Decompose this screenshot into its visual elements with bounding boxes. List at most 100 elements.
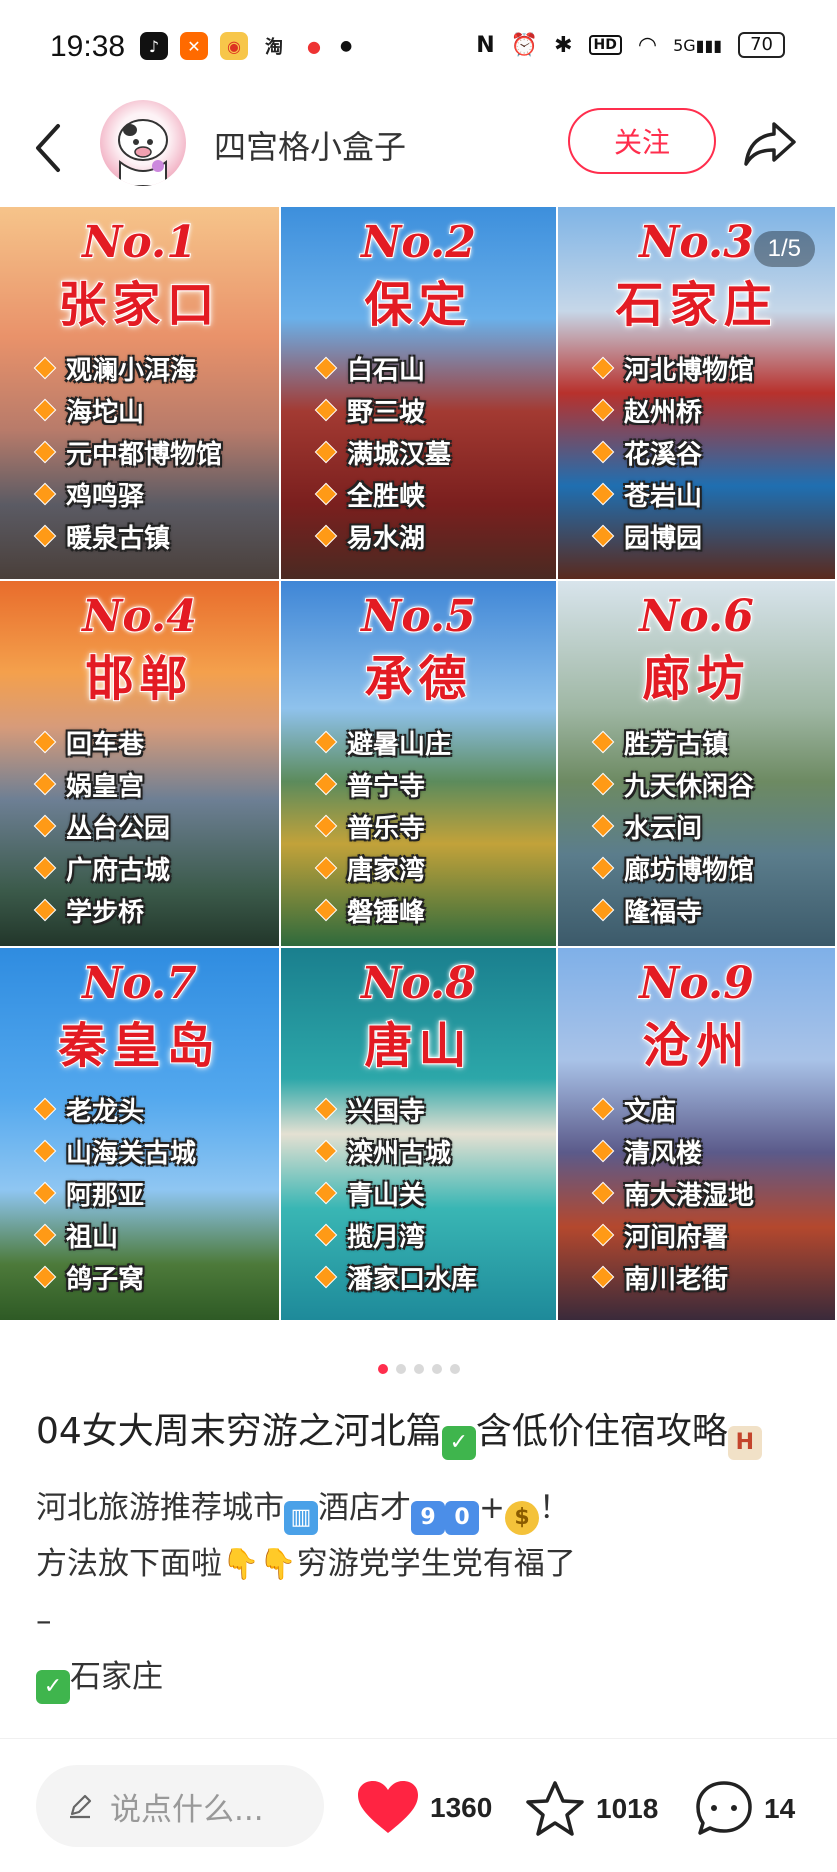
spot-label: 学步桥: [66, 897, 145, 928]
spot-label: 南川老街: [624, 1264, 729, 1295]
carousel-dot[interactable]: [431, 1364, 442, 1374]
spot-item: 全胜峡: [316, 473, 451, 515]
body-line-1: 河北旅游推荐城市 ▥ 酒店才 9 0 + $！: [36, 1480, 806, 1536]
keycap-9-icon: 9: [411, 1501, 445, 1535]
spot-item: 鸽子窝: [35, 1256, 196, 1298]
city-card: No.1 张家口 观澜小洱海 海坨山 元中都博物馆 鸡鸣驿 暖泉古镇: [0, 207, 281, 581]
hotel-emoji-icon: H: [727, 1426, 762, 1460]
spot-item: 满城汉墓: [316, 431, 452, 473]
city-name: 张家口: [57, 276, 221, 334]
wifi-icon: ◠: [637, 32, 658, 58]
spot-item: 园博园: [593, 515, 754, 557]
follow-button[interactable]: 关注: [568, 108, 716, 174]
diamond-bullet-icon: [316, 400, 336, 420]
spot-item: 海坨山: [35, 389, 222, 431]
city-rank: No.8: [360, 957, 477, 1010]
spot-label: 苍岩山: [624, 481, 703, 512]
diamond-bullet-icon: [316, 484, 336, 504]
back-button[interactable]: [28, 118, 78, 178]
share-button[interactable]: [740, 116, 800, 172]
comment-button[interactable]: 14: [694, 1779, 795, 1839]
diamond-bullet-icon: [593, 900, 613, 920]
spot-item: 文庙: [593, 1088, 754, 1130]
spot-label: 祖山: [66, 1222, 119, 1253]
author-avatar[interactable]: [100, 100, 186, 186]
spot-item: 滦州古城: [316, 1130, 477, 1172]
carousel-dot[interactable]: [413, 1364, 424, 1374]
battery-indicator: 70: [738, 32, 785, 58]
diamond-bullet-icon: [593, 774, 613, 794]
comment-count: 14: [764, 1793, 796, 1824]
alarm-icon: ⏰: [510, 32, 539, 58]
like-count: 1360: [430, 1792, 493, 1823]
hd-icon: HD: [588, 35, 622, 55]
spot-label: 潘家口水库: [347, 1264, 478, 1295]
spot-label: 廊坊博物馆: [624, 855, 755, 886]
spot-label: 暖泉古镇: [66, 523, 171, 554]
spot-label: 观澜小洱海: [66, 355, 197, 386]
city-name: 沧州: [641, 1017, 751, 1075]
spot-label: 鸽子窝: [66, 1264, 145, 1295]
pencil-icon: [70, 1794, 92, 1819]
body-line-2: 方法放下面啦👇👇穷游党学生党有福了: [36, 1536, 806, 1593]
spot-item: 花溪谷: [593, 431, 754, 473]
body-text-shijiazhuang: 石家庄: [70, 1659, 163, 1695]
spot-item: 暖泉古镇: [35, 515, 222, 557]
heart-icon: [358, 1781, 418, 1833]
city-name: 承德: [363, 650, 473, 708]
body-text-exclaim: ！: [538, 1490, 570, 1526]
diamond-bullet-icon: [316, 774, 336, 794]
spot-item: 元中都博物馆: [35, 431, 222, 473]
body-text-cities: 河北旅游推荐城市: [36, 1490, 284, 1526]
diamond-bullet-icon: [593, 1099, 613, 1119]
city-name: 石家庄: [614, 276, 778, 334]
check-emoji-icon-2: ✓: [36, 1670, 70, 1704]
spot-label: 文庙: [624, 1096, 677, 1127]
nfc-icon: N: [476, 32, 495, 58]
author-name[interactable]: 四宫格小盒子: [214, 122, 406, 168]
spot-label: 河北博物馆: [624, 355, 755, 386]
network-type: 5G: [673, 35, 696, 55]
diamond-bullet-icon: [316, 1267, 336, 1287]
post-content: 04女大周末穷游之河北篇 ✓ 含低价住宿攻略 H 河北旅游推荐城市 ▥ 酒店才 9 0 + $！ …: [36, 1404, 806, 1705]
spot-list: 文庙 清风楼 南大港湿地 河间府署 南川老街: [593, 1088, 754, 1298]
spot-item: 胜芳古镇: [593, 721, 754, 763]
diamond-bullet-icon: [316, 1099, 336, 1119]
diamond-bullet-icon: [593, 732, 613, 752]
spot-item: 娲皇宫: [35, 763, 170, 805]
spot-label: 丛台公园: [66, 813, 171, 844]
carousel-dot[interactable]: [377, 1364, 388, 1374]
diamond-bullet-icon: [593, 1141, 613, 1161]
comment-input[interactable]: 说点什么...: [36, 1765, 324, 1847]
image-carousel[interactable]: No.1 张家口 观澜小洱海 海坨山 元中都博物馆 鸡鸣驿 暖泉古镇 No.2 保定 白石山 野三坡…: [0, 207, 837, 1322]
diamond-bullet-icon: [593, 358, 613, 378]
money-bag-emoji-icon: $: [504, 1501, 539, 1535]
spot-item: 苍岩山: [593, 473, 754, 515]
spot-item: 唐家湾: [316, 847, 451, 889]
city-name: 唐山: [363, 1017, 473, 1075]
diamond-bullet-icon: [35, 442, 55, 462]
favorite-button[interactable]: 1018: [524, 1779, 658, 1839]
city-rank: No.2: [360, 216, 477, 269]
spot-item: 潘家口水库: [316, 1256, 478, 1298]
image-counter: 1/5: [753, 231, 815, 267]
spot-label: 野三坡: [347, 397, 426, 428]
carousel-dot[interactable]: [395, 1364, 406, 1374]
spot-label: 青山关: [347, 1180, 426, 1211]
spot-label: 满城汉墓: [347, 439, 452, 470]
spot-list: 河北博物馆 赵州桥 花溪谷 苍岩山 园博园: [593, 347, 755, 557]
like-button[interactable]: 1360: [356, 1779, 492, 1837]
spot-item: 河北博物馆: [593, 347, 755, 389]
spot-item: 南川老街: [593, 1256, 754, 1298]
spot-label: 鸡鸣驿: [66, 481, 145, 512]
city-rank: No.9: [638, 957, 755, 1010]
spot-label: 海坨山: [66, 397, 145, 428]
spot-list: 兴国寺 滦州古城 青山关 揽月湾 潘家口水库: [316, 1088, 478, 1298]
star-icon: [526, 1781, 584, 1836]
spot-item: 鸡鸣驿: [35, 473, 222, 515]
diamond-bullet-icon: [316, 858, 336, 878]
spot-label: 娲皇宫: [66, 771, 145, 802]
maps-icon: ●: [300, 32, 328, 60]
carousel-dot[interactable]: [449, 1364, 460, 1374]
spot-label: 园博园: [624, 523, 703, 554]
